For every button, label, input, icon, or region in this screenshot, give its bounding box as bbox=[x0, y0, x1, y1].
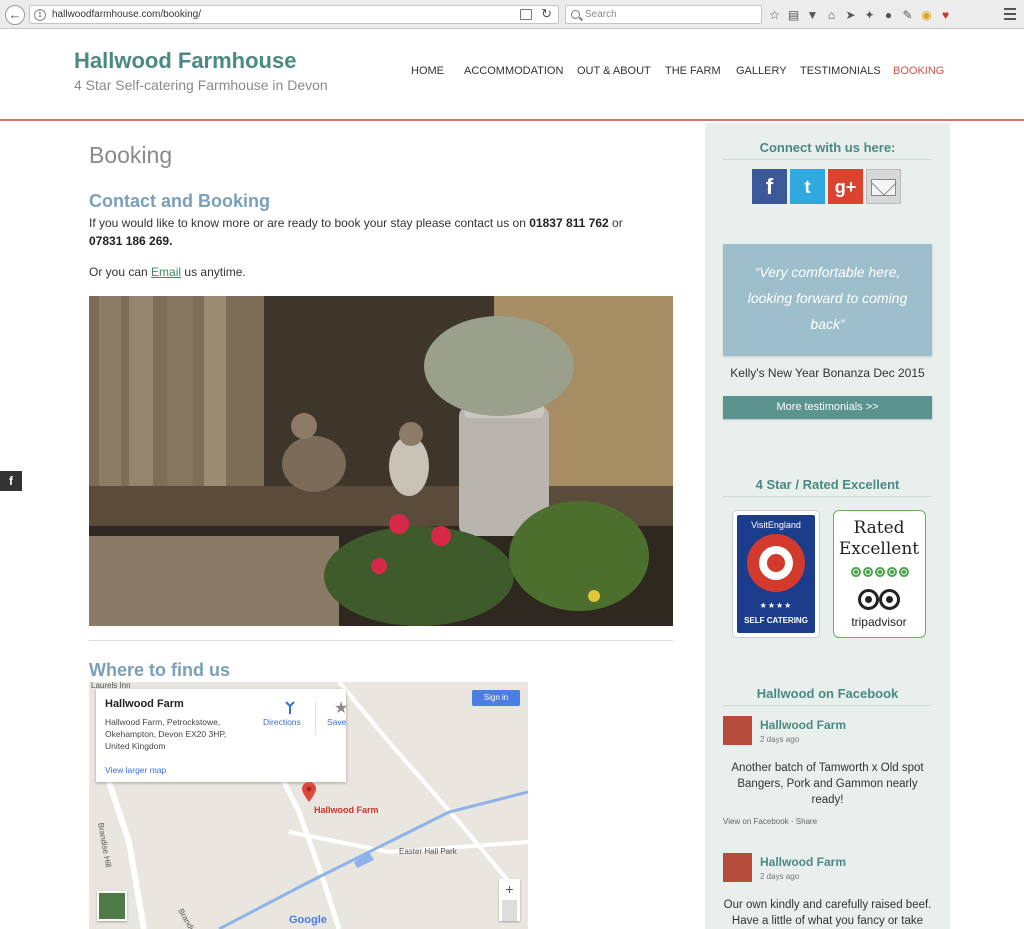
map-pin-label: Hallwood Farm bbox=[314, 805, 379, 815]
tudor-rose-icon bbox=[747, 534, 805, 592]
map-address: Hallwood Farm, Petrockstowe, Okehampton,… bbox=[105, 717, 227, 751]
facebook-feed-heading: Hallwood on Facebook bbox=[723, 686, 932, 706]
bookmark-star-icon[interactable]: ☆ bbox=[768, 8, 781, 22]
fb-post-time: 2 days ago bbox=[760, 872, 800, 881]
nav-booking[interactable]: BOOKING bbox=[893, 65, 944, 77]
browser-toolbar: ← i hallwoodfarmhouse.com/booking/ ↻ Sea… bbox=[0, 0, 1024, 29]
zoom-in-button[interactable]: + bbox=[499, 879, 520, 900]
view-larger-map-link[interactable]: View larger map bbox=[105, 765, 166, 775]
avatar[interactable] bbox=[723, 853, 752, 882]
directions-link[interactable]: Directions bbox=[263, 717, 301, 727]
tripadvisor-name: tripadvisor bbox=[851, 615, 907, 629]
tripadvisor-owl-icon bbox=[858, 587, 904, 613]
email-link[interactable]: Email bbox=[151, 265, 181, 279]
map-info-card: Hallwood Farm Hallwood Farm, Petrockstow… bbox=[96, 689, 348, 782]
find-us-heading: Where to find us bbox=[89, 660, 230, 680]
main-nav: HOME ACCOMMODATION OUT & ABOUT THE FARM … bbox=[0, 65, 1024, 79]
email-text-after: us anytime. bbox=[184, 265, 246, 279]
map-pin-icon[interactable] bbox=[302, 782, 316, 802]
back-button[interactable]: ← bbox=[5, 5, 25, 25]
avatar[interactable] bbox=[723, 716, 752, 745]
contact-heading: Contact and Booking bbox=[89, 191, 270, 211]
map-place-name: Hallwood Farm bbox=[105, 698, 184, 710]
chrome-icon[interactable]: ◉ bbox=[920, 8, 933, 22]
page-title: Booking bbox=[89, 142, 173, 168]
search-icon bbox=[571, 10, 580, 19]
self-catering-label: SELF CATERING bbox=[744, 616, 808, 625]
tripadvisor-badge[interactable]: Rated Excellent tripadvisor bbox=[833, 510, 926, 638]
hamburger-menu-icon[interactable] bbox=[1004, 8, 1016, 23]
info-icon[interactable]: i bbox=[34, 9, 46, 21]
save-star-icon[interactable]: ★ bbox=[334, 698, 348, 718]
map-label-easter-hall: Easter Hall Park bbox=[399, 847, 457, 856]
rated-heading: 4 Star / Rated Excellent bbox=[723, 477, 932, 497]
browser-search-input[interactable]: Search bbox=[565, 5, 762, 24]
fb-post-time: 2 days ago bbox=[760, 735, 800, 744]
visit-england-title: VisitEngland bbox=[751, 520, 801, 530]
reload-icon[interactable]: ↻ bbox=[541, 6, 552, 22]
phone-landline: 01837 811 762 bbox=[529, 216, 609, 230]
google-plus-icon[interactable]: g+ bbox=[828, 169, 863, 204]
email-icon[interactable] bbox=[866, 169, 901, 204]
visit-england-badge[interactable]: VisitEngland ★★★★ SELF CATERING bbox=[732, 510, 820, 638]
nav-the-farm[interactable]: THE FARM bbox=[665, 65, 721, 77]
map-sign-in-button[interactable]: Sign in bbox=[472, 690, 520, 706]
bookmarks-list-icon[interactable]: ▤ bbox=[787, 8, 800, 22]
reader-view-icon[interactable] bbox=[520, 9, 532, 20]
zoom-control: + − bbox=[499, 879, 520, 921]
facebook-icon[interactable]: f bbox=[752, 169, 787, 204]
site-header: Hallwood Farmhouse 4 Star Self-catering … bbox=[0, 30, 1024, 121]
testimonial-author: Kelly's New Year Bonanza Dec 2015 bbox=[730, 366, 925, 380]
twitter-icon[interactable]: t bbox=[790, 169, 825, 204]
rated-excellent-text: Rated Excellent bbox=[838, 518, 920, 559]
fb-post-text: Another batch of Tamworth x Old spot Ban… bbox=[731, 762, 924, 806]
map-card-separator bbox=[315, 701, 316, 735]
contact-text: If you would like to know more or are re… bbox=[89, 216, 526, 230]
fb-post-author[interactable]: Hallwood Farm bbox=[760, 855, 846, 869]
zoom-separator bbox=[502, 900, 517, 921]
sidebar: Connect with us here: f t g+ “Very comfo… bbox=[705, 123, 950, 929]
extension-icon[interactable]: ✦ bbox=[863, 8, 876, 22]
paint-icon[interactable]: ♥ bbox=[939, 8, 952, 22]
fb-post-author[interactable]: Hallwood Farm bbox=[760, 718, 846, 732]
fb-post-links[interactable]: View on Facebook · Share bbox=[723, 817, 817, 826]
satellite-toggle[interactable] bbox=[97, 891, 127, 921]
google-map[interactable]: Laurels Inn Easter Hall Park Brandise Hi… bbox=[89, 682, 528, 929]
url-text: hallwoodfarmhouse.com/booking/ bbox=[52, 9, 201, 20]
pocket-icon[interactable]: ▼ bbox=[806, 8, 819, 22]
nav-testimonials[interactable]: TESTIMONIALS bbox=[800, 65, 881, 77]
testimonial-quote: “Very comfortable here, looking forward … bbox=[723, 244, 932, 356]
google-logo: Google bbox=[289, 914, 327, 926]
pen-icon[interactable]: ✎ bbox=[901, 8, 914, 22]
connect-heading: Connect with us here: bbox=[723, 140, 932, 160]
contact-paragraph: If you would like to know more or are re… bbox=[89, 214, 629, 250]
farmhouse-cats-photo bbox=[89, 296, 673, 626]
phone-mobile: 07831 186 269. bbox=[89, 234, 173, 248]
send-icon[interactable]: ➤ bbox=[844, 8, 857, 22]
toolbar-icons: ☆ ▤ ▼ ⌂ ➤ ✦ ● ✎ ◉ ♥ bbox=[768, 6, 952, 24]
rating-dots-icon bbox=[851, 567, 909, 577]
more-testimonials-button[interactable]: More testimonials >> bbox=[723, 396, 932, 419]
home-icon[interactable]: ⌂ bbox=[825, 8, 838, 22]
fb-post-text: Our own kindly and carefully raised beef… bbox=[723, 899, 932, 927]
nav-gallery[interactable]: GALLERY bbox=[736, 65, 787, 77]
floating-facebook-icon[interactable]: f bbox=[0, 471, 22, 491]
email-paragraph: Or you can Email us anytime. bbox=[89, 263, 246, 281]
nav-home[interactable]: HOME bbox=[411, 65, 444, 77]
chat-icon[interactable]: ● bbox=[882, 8, 895, 22]
nav-accommodation[interactable]: ACCOMMODATION bbox=[464, 65, 563, 77]
content-divider bbox=[89, 640, 673, 641]
nav-out-and-about[interactable]: OUT & ABOUT bbox=[577, 65, 651, 77]
social-links: f t g+ bbox=[752, 169, 901, 204]
or-text: or bbox=[612, 216, 623, 230]
url-bar[interactable]: i hallwoodfarmhouse.com/booking/ ↻ bbox=[29, 5, 559, 24]
email-text-before: Or you can bbox=[89, 265, 148, 279]
visit-england-stars: ★★★★ bbox=[759, 601, 793, 610]
site-tagline: 4 Star Self-catering Farmhouse in Devon bbox=[74, 77, 328, 93]
directions-icon[interactable] bbox=[284, 700, 296, 714]
search-placeholder: Search bbox=[585, 9, 617, 20]
save-link[interactable]: Save bbox=[327, 717, 346, 727]
